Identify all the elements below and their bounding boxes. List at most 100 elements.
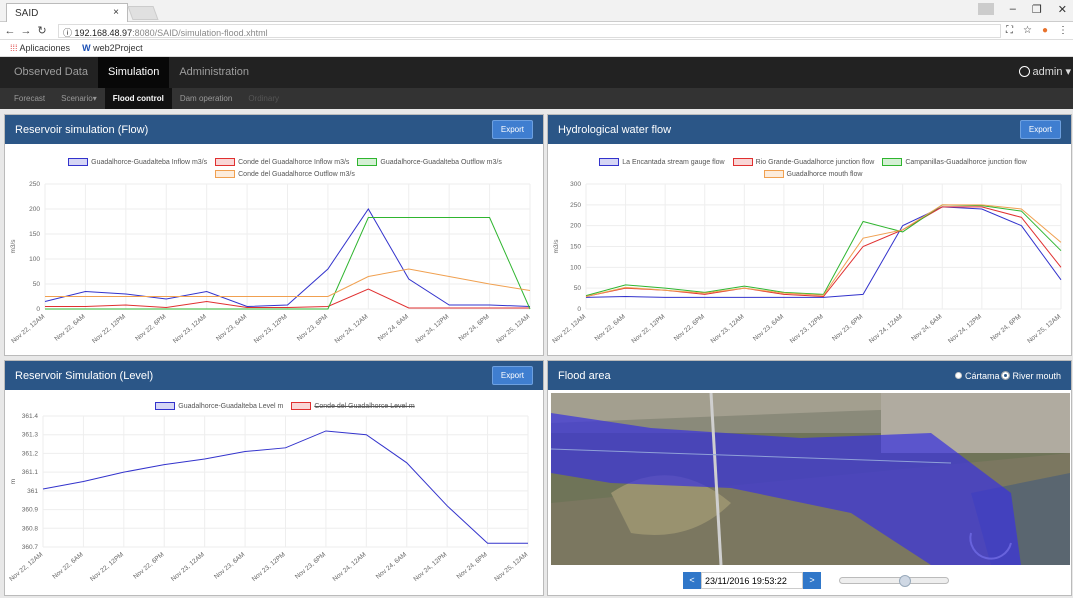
- x-tick-label: Nov 24, 6AM: [377, 313, 410, 343]
- x-tick-label: Nov 24, 6AM: [375, 551, 408, 581]
- url-input[interactable]: ⓘ 192.168.48.97:8080/SAID/simulation-flo…: [58, 23, 1001, 38]
- x-tick-label: Nov 22, 6AM: [51, 551, 84, 581]
- x-tick-label: Nov 23, 6AM: [213, 551, 246, 581]
- translate-icon[interactable]: ⛶: [1006, 25, 1013, 36]
- forward-icon[interactable]: →: [20, 25, 32, 37]
- panel-header: Flood area Cártama River mouth: [548, 361, 1071, 390]
- subnav-forecast[interactable]: Forecast: [6, 88, 53, 109]
- subnav-dam-operation[interactable]: Dam operation: [172, 88, 240, 109]
- bookmark-apps[interactable]: ⁞⁞⁞ Aplicaciones: [10, 43, 70, 53]
- level-chart: Nov 22, 12AM Nov 22, 6AM Nov 22, 12PM Nov 2…: [8, 413, 529, 583]
- reload-icon[interactable]: ↻: [36, 24, 48, 37]
- radio-cartama-label: Cártama: [964, 370, 1000, 381]
- panel-header: Hydrological water flow Export: [548, 115, 1071, 144]
- subnav-flood-control[interactable]: Flood control: [104, 88, 172, 109]
- y-tick-label: 360.7: [22, 544, 39, 551]
- y-tick-label: 361.2: [22, 450, 39, 457]
- nav-simulation[interactable]: Simulation: [97, 57, 170, 88]
- x-tick-label: Nov 22, 6PM: [132, 551, 165, 581]
- x-tick-label: Nov 22, 12PM: [89, 551, 125, 583]
- x-tick-label: Nov 23, 12AM: [170, 551, 206, 583]
- panel-title: Reservoir simulation (Flow): [15, 123, 149, 136]
- x-tick-label: Nov 24, 12AM: [334, 313, 370, 345]
- bookmark-web2project[interactable]: W web2Project: [82, 43, 143, 53]
- satellite-map[interactable]: [551, 393, 1070, 565]
- x-tick-label: Nov 22, 12PM: [91, 313, 127, 345]
- y-tick-label: 100: [29, 256, 40, 263]
- bookmark-web2project-label: web2Project: [93, 43, 143, 53]
- y-tick-label: 150: [570, 244, 581, 251]
- user-name: admin: [1032, 65, 1063, 78]
- url-host: 192.168.48.97: [74, 27, 133, 38]
- x-tick-label: Nov 22, 12AM: [8, 551, 44, 583]
- y-tick-label: 150: [29, 231, 40, 238]
- x-tick-label: Nov 23, 12PM: [251, 551, 287, 583]
- menu-icon[interactable]: ⋮: [1058, 25, 1068, 36]
- browser-tab[interactable]: SAID ×: [6, 3, 128, 22]
- x-tick-label: Nov 24, 6PM: [989, 313, 1022, 343]
- panel-title: Flood area: [558, 369, 611, 382]
- panel-reservoir-flow: Reservoir simulation (Flow) Export Guada…: [4, 114, 544, 356]
- user-profile-icon[interactable]: [977, 3, 994, 15]
- tab-title: SAID: [15, 8, 39, 19]
- panel-flood-area: Flood area Cártama River mouth < >: [547, 360, 1072, 596]
- prev-date-button[interactable]: <: [683, 572, 701, 589]
- x-tick-label: Nov 23, 12PM: [789, 313, 825, 345]
- datetime-input[interactable]: [701, 572, 803, 589]
- next-date-button[interactable]: >: [803, 572, 821, 589]
- y-axis-label: m3/s: [10, 239, 17, 254]
- x-tick-label: Nov 23, 6PM: [831, 313, 864, 343]
- address-bar: ← → ↻ ⓘ 192.168.48.97:8080/SAID/simulati…: [0, 22, 1073, 40]
- close-window-icon[interactable]: ✕: [1058, 3, 1067, 16]
- bookmark-star-icon[interactable]: ☆: [1023, 25, 1032, 36]
- panel-hydrological-flow: Hydrological water flow Export La Encant…: [547, 114, 1072, 356]
- extension-icon[interactable]: ●: [1042, 25, 1048, 36]
- x-tick-label: Nov 25, 12AM: [495, 313, 531, 345]
- panel-header: Reservoir simulation (Flow) Export: [5, 115, 543, 144]
- user-menu[interactable]: admin ▾: [1018, 65, 1071, 78]
- x-tick-label: Nov 23, 12PM: [253, 313, 289, 345]
- x-tick-label: Nov 23, 6AM: [215, 313, 248, 343]
- y-tick-label: 361: [27, 488, 38, 495]
- tab-close-icon[interactable]: ×: [113, 7, 119, 18]
- panel-header: Reservoir Simulation (Level) Export: [5, 361, 543, 390]
- x-tick-label: Nov 22, 12AM: [551, 313, 587, 345]
- x-tick-label: Nov 22, 12AM: [10, 313, 46, 345]
- sub-navbar: Forecast Scenario▾ Flood control Dam ope…: [0, 88, 1073, 109]
- x-tick-label: Nov 24, 6PM: [456, 551, 489, 581]
- x-tick-label: Nov 24, 12PM: [412, 551, 448, 583]
- y-tick-label: 300: [570, 181, 581, 188]
- nav-administration[interactable]: Administration: [169, 57, 259, 88]
- export-button[interactable]: Export: [491, 366, 533, 385]
- minimize-icon[interactable]: –: [1010, 3, 1016, 16]
- export-button[interactable]: Export: [491, 120, 533, 139]
- map-canvas: [551, 393, 1070, 565]
- url-path: :8080/SAID/simulation-flood.xhtml: [132, 27, 268, 38]
- x-tick-label: Nov 22, 12PM: [630, 313, 666, 345]
- subnav-scenario[interactable]: Scenario▾: [53, 88, 105, 109]
- y-tick-label: 250: [570, 202, 581, 209]
- x-tick-label: Nov 24, 6PM: [458, 313, 491, 343]
- location-radio-group: Cártama River mouth: [954, 370, 1061, 381]
- y-tick-label: 361.4: [22, 413, 39, 420]
- nav-observed-data[interactable]: Observed Data: [4, 57, 98, 88]
- radio-river-mouth[interactable]: [1001, 371, 1011, 380]
- panel-title: Reservoir Simulation (Level): [15, 369, 154, 382]
- w-logo-icon: W: [82, 43, 91, 53]
- slider-knob[interactable]: [898, 575, 911, 587]
- export-button[interactable]: Export: [1019, 120, 1061, 139]
- y-tick-label: 361.1: [22, 469, 39, 476]
- caret-down-icon: ▾: [1065, 66, 1071, 78]
- time-slider[interactable]: [839, 575, 949, 587]
- apps-grid-icon: ⁞⁞⁞: [10, 43, 18, 53]
- y-axis-label: m3/s: [553, 239, 560, 254]
- x-tick-label: Nov 22, 6PM: [134, 313, 167, 343]
- x-tick-label: Nov 24, 12PM: [414, 313, 450, 345]
- x-tick-label: Nov 23, 6PM: [296, 313, 329, 343]
- y-tick-label: 0: [577, 306, 581, 313]
- radio-cartama[interactable]: [954, 372, 962, 379]
- new-tab-button[interactable]: [127, 6, 159, 20]
- x-tick-label: Nov 23, 12AM: [172, 313, 208, 345]
- back-icon[interactable]: ←: [4, 25, 16, 37]
- maximize-icon[interactable]: ❐: [1032, 3, 1042, 16]
